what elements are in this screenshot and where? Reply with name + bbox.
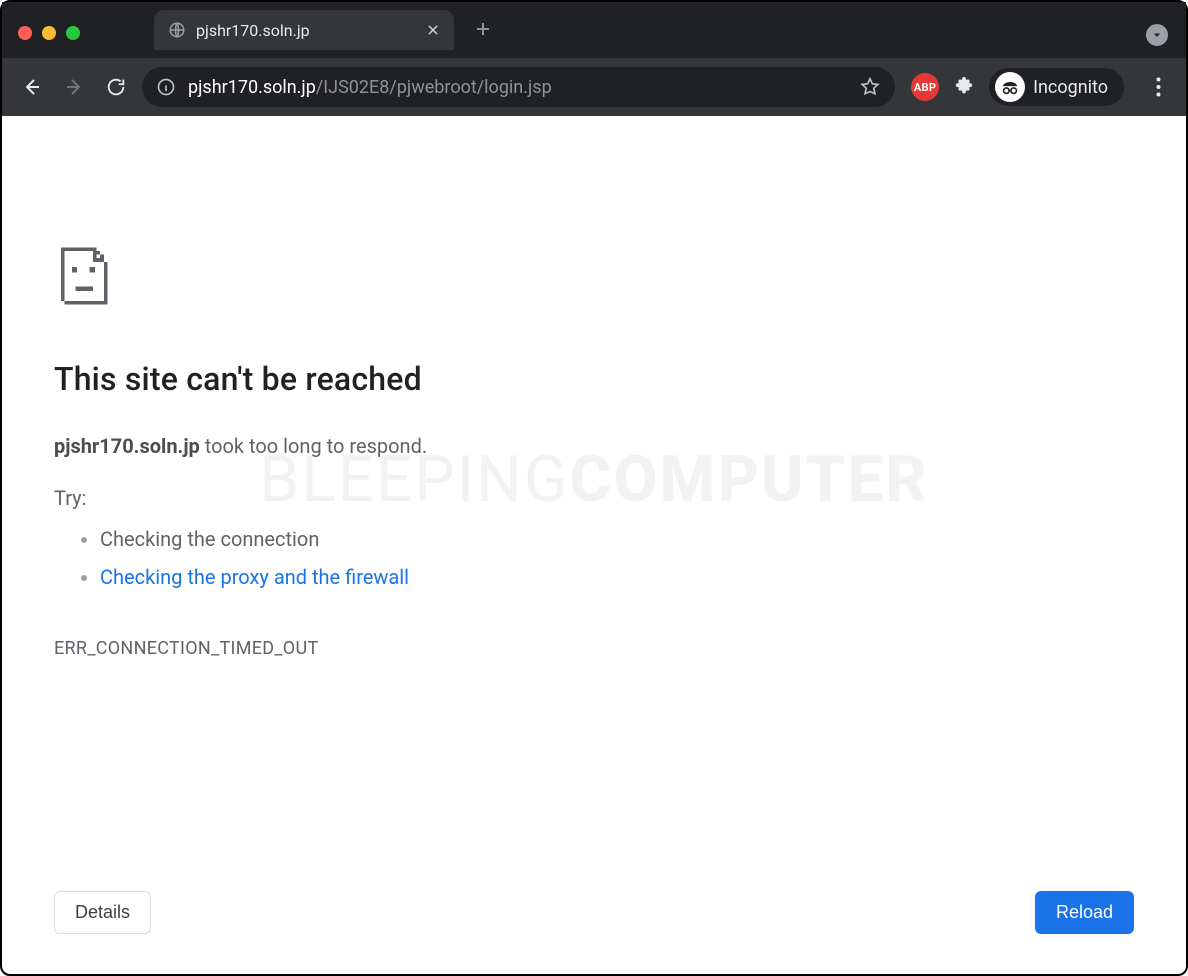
chevron-down-icon: [1146, 24, 1168, 46]
window-fullscreen-button[interactable]: [66, 26, 80, 40]
tab-title: pjshr170.soln.jp: [196, 21, 416, 40]
footer-buttons: Details Reload: [54, 891, 1134, 934]
error-code: ERR_CONNECTION_TIMED_OUT: [54, 638, 1134, 659]
url-path: /IJS02E8/pjwebroot/login.jsp: [316, 77, 552, 98]
browser-chrome: pjshr170.soln.jp: [2, 2, 1186, 116]
window-close-button[interactable]: [18, 26, 32, 40]
sad-page-icon: [54, 244, 1134, 308]
error-took-too-long: took too long to respond.: [200, 434, 427, 458]
try-label: Try:: [54, 486, 1134, 510]
window-controls: [10, 26, 94, 58]
browser-tab[interactable]: pjshr170.soln.jp: [154, 10, 454, 50]
proxy-firewall-link[interactable]: Checking the proxy and the firewall: [100, 565, 409, 589]
suggestion-check-proxy: Checking the proxy and the firewall: [100, 558, 1134, 596]
extensions-area: ABP Incognito: [911, 68, 1172, 106]
tab-overflow[interactable]: [1146, 24, 1168, 46]
close-tab-icon[interactable]: [426, 23, 440, 37]
back-button[interactable]: [16, 71, 48, 103]
incognito-label: Incognito: [1033, 77, 1108, 98]
extensions-puzzle-icon[interactable]: [953, 76, 975, 98]
incognito-icon: [995, 72, 1025, 102]
suggestions-list: Checking the connection Checking the pro…: [54, 520, 1134, 596]
toolbar: pjshr170.soln.jp/IJS02E8/pjwebroot/login…: [2, 58, 1186, 116]
globe-icon: [168, 21, 186, 39]
browser-menu-button[interactable]: [1144, 73, 1172, 101]
error-heading: This site can't be reached: [54, 360, 1134, 398]
window-minimize-button[interactable]: [42, 26, 56, 40]
url-text: pjshr170.soln.jp/IJS02E8/pjwebroot/login…: [188, 77, 847, 98]
forward-button[interactable]: [58, 71, 90, 103]
incognito-indicator[interactable]: Incognito: [989, 68, 1124, 106]
tabs-row: pjshr170.soln.jp: [94, 2, 1146, 58]
new-tab-button[interactable]: [466, 12, 500, 46]
error-summary: pjshr170.soln.jp took too long to respon…: [54, 434, 1134, 458]
abp-label: ABP: [914, 81, 936, 94]
bookmark-star-icon[interactable]: [859, 76, 881, 98]
suggestion-check-connection: Checking the connection: [100, 520, 1134, 558]
reload-toolbar-button[interactable]: [100, 71, 132, 103]
details-button[interactable]: Details: [54, 891, 151, 934]
url-host: pjshr170.soln.jp: [188, 77, 316, 98]
address-bar[interactable]: pjshr170.soln.jp/IJS02E8/pjwebroot/login…: [142, 67, 895, 107]
site-info-icon[interactable]: [156, 77, 176, 97]
error-host: pjshr170.soln.jp: [54, 434, 200, 458]
abp-extension-icon[interactable]: ABP: [911, 73, 939, 101]
error-page: This site can't be reached pjshr170.soln…: [2, 116, 1186, 659]
reload-button[interactable]: Reload: [1035, 891, 1134, 934]
tab-bar: pjshr170.soln.jp: [2, 2, 1186, 58]
